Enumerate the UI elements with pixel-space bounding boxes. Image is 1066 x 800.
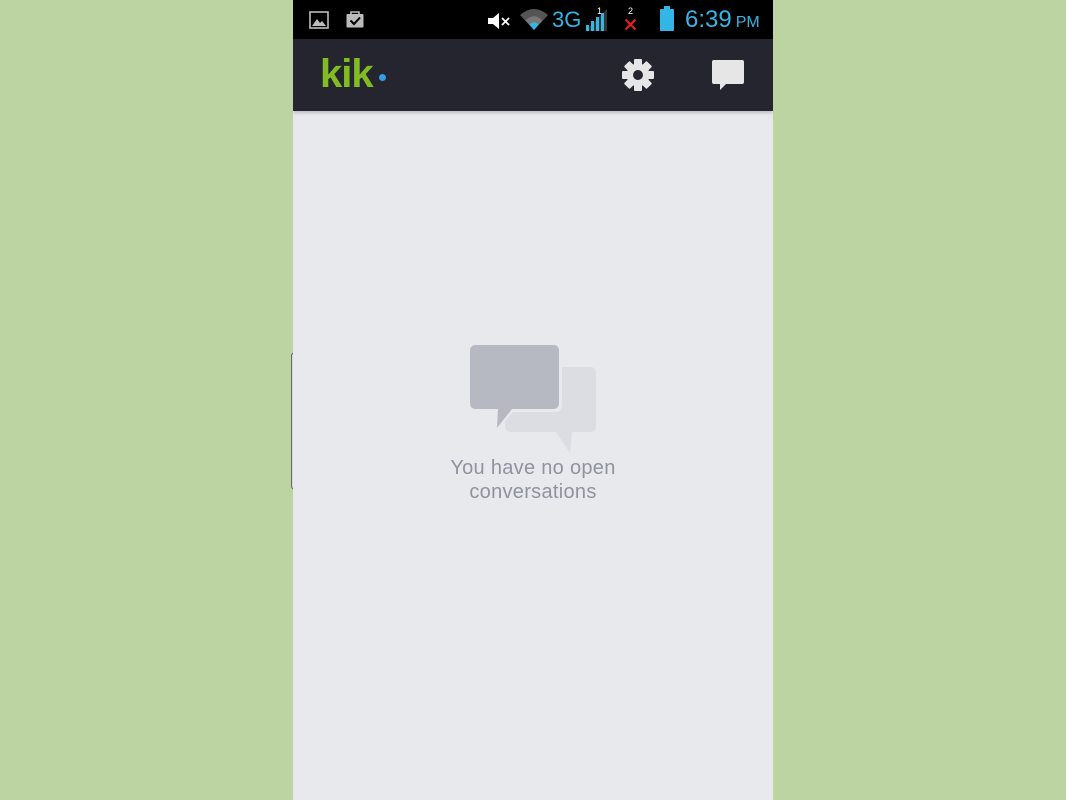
app-header: kik <box>293 39 773 111</box>
settings-button[interactable] <box>610 47 666 103</box>
settings-gear-icon <box>622 59 654 91</box>
kik-logo-dot <box>379 74 386 81</box>
clock-time: 6:39 <box>685 6 732 33</box>
battery-icon <box>660 6 674 31</box>
no-signal-icon <box>624 18 637 31</box>
status-bar: 3G 1 2 6:39 PM <box>293 0 773 39</box>
signal-icon <box>585 9 607 31</box>
kik-logo: kik <box>320 52 374 96</box>
network-type: 3G <box>552 7 582 32</box>
new-chat-button[interactable] <box>700 47 756 103</box>
empty-state-message: You have no open conversations <box>383 456 683 504</box>
new-chat-icon <box>712 60 744 90</box>
mute-icon <box>488 13 510 29</box>
image-icon <box>309 11 329 29</box>
clock: 6:39 PM <box>685 7 760 36</box>
empty-state-line2: conversations <box>469 481 597 503</box>
bag-check-icon <box>346 11 364 28</box>
empty-state-line1: You have no open <box>450 457 616 479</box>
wifi-icon <box>520 9 548 30</box>
sim2-label: 2 <box>628 6 634 16</box>
phone-screen: 3G 1 2 6:39 PM kik You have no open conv… <box>293 0 773 800</box>
chat-bubbles-icon <box>468 344 596 453</box>
clock-ampm: PM <box>735 14 760 31</box>
